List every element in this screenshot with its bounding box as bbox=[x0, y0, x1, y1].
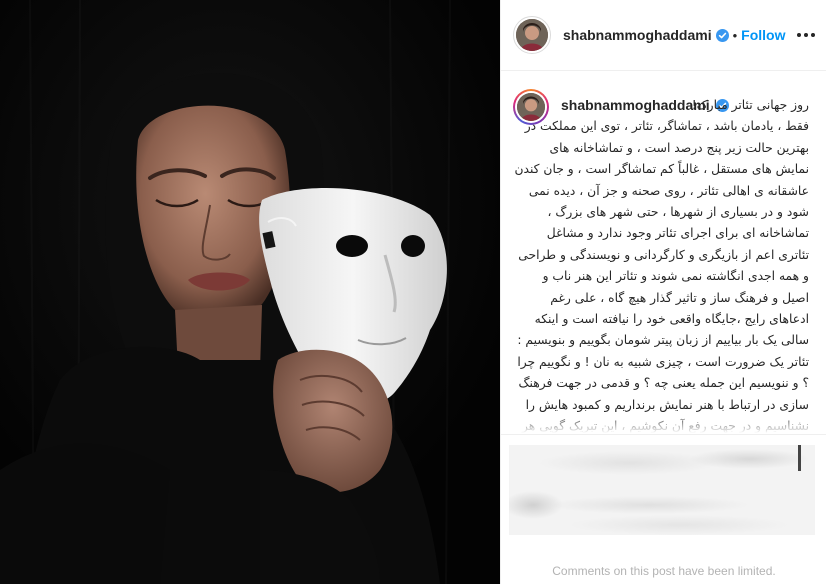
caption-text: روز جهانی تئاتر مبارک! فقط ، یادمان باشد… bbox=[514, 98, 809, 433]
caption-section: shabnammoghaddami روز جهانی تئاتر مبارک!… bbox=[501, 71, 826, 433]
verified-badge-icon bbox=[715, 28, 729, 42]
avatar-image bbox=[516, 19, 548, 51]
blurred-comments bbox=[509, 445, 815, 535]
author-avatar[interactable] bbox=[513, 16, 551, 54]
post-side-panel: shabnammoghaddami • Follow shabnammoghad… bbox=[500, 0, 826, 584]
photo-illustration bbox=[0, 0, 500, 584]
separator-dot: • bbox=[732, 27, 738, 43]
comments-limited-notice: Comments on this post have been limited. bbox=[552, 564, 776, 578]
comments-section bbox=[501, 434, 826, 553]
post-photo[interactable] bbox=[0, 0, 500, 584]
blurred-scrollbar bbox=[798, 445, 801, 471]
caption-fade bbox=[501, 413, 826, 433]
post-header: shabnammoghaddami • Follow bbox=[501, 0, 826, 71]
author-username[interactable]: shabnammoghaddami bbox=[563, 27, 712, 43]
follow-button[interactable]: Follow bbox=[741, 27, 785, 43]
more-options-icon[interactable] bbox=[797, 26, 815, 44]
